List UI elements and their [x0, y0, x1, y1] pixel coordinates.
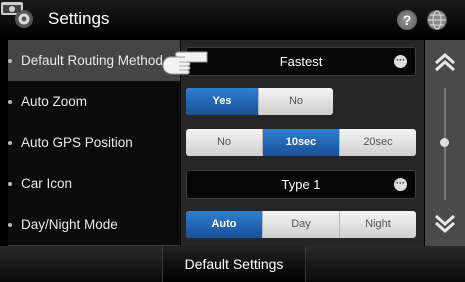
globe-icon[interactable] — [427, 10, 447, 30]
auto-zoom-toggle: Yes No — [186, 88, 333, 115]
dropdown-dots-icon: ··· — [394, 55, 407, 68]
list-item-car-icon[interactable]: Car Icon — [8, 163, 180, 205]
day-night-day-option[interactable]: Day — [263, 211, 340, 238]
scrollbar[interactable] — [425, 40, 465, 246]
bullet-icon — [8, 140, 12, 145]
list-item-auto-zoom[interactable]: Auto Zoom — [8, 81, 180, 123]
settings-values-panel: Fastest ··· Yes No No 10sec 20sec Type 1… — [181, 40, 424, 246]
footer-bar: Default Settings — [0, 246, 465, 282]
gps-position-row: No 10sec 20sec — [181, 122, 424, 163]
default-settings-button[interactable]: Default Settings — [162, 246, 306, 282]
bullet-icon — [8, 58, 12, 63]
gear-icon[interactable] — [14, 9, 34, 29]
day-night-row: Auto Day Night — [181, 204, 424, 245]
routing-method-dropdown[interactable]: Fastest ··· — [186, 47, 416, 76]
list-item-auto-gps-position[interactable]: Auto GPS Position — [8, 122, 180, 164]
day-night-auto-option[interactable]: Auto — [186, 211, 263, 238]
list-item-label: Car Icon — [21, 176, 73, 191]
chevron-down-icon[interactable] — [433, 212, 457, 236]
list-item-label: Auto GPS Position — [21, 135, 133, 150]
gps-no-option[interactable]: No — [186, 129, 263, 156]
list-item-default-routing-method[interactable]: Default Routing Method — [8, 40, 180, 82]
gps-position-selector: No 10sec 20sec — [186, 129, 416, 156]
auto-zoom-row: Yes No — [181, 81, 424, 122]
auto-zoom-yes-option[interactable]: Yes — [186, 88, 259, 115]
gps-10sec-option[interactable]: 10sec — [263, 129, 340, 156]
gps-20sec-option[interactable]: 20sec — [340, 129, 416, 156]
day-night-night-option[interactable]: Night — [340, 211, 416, 238]
settings-screen: Settings ? Default Routing Method Auto Z… — [0, 0, 465, 282]
scroll-thumb[interactable] — [440, 138, 449, 147]
car-icon-dropdown[interactable]: Type 1 ··· — [186, 170, 416, 199]
settings-list: Default Routing Method Auto Zoom Auto GP… — [8, 40, 180, 246]
list-item-label: Default Routing Method — [21, 53, 163, 68]
routing-row: Fastest ··· — [181, 40, 424, 81]
list-item-label: Day/Night Mode — [21, 217, 118, 232]
chevron-up-icon[interactable] — [433, 50, 457, 74]
header-bar: Settings ? — [0, 0, 465, 40]
routing-method-value: Fastest — [279, 54, 323, 69]
bullet-icon — [8, 222, 12, 227]
car-icon-row: Type 1 ··· — [181, 163, 424, 204]
hand-pointer-icon — [162, 51, 208, 75]
dropdown-dots-icon: ··· — [394, 178, 407, 191]
help-icon[interactable]: ? — [397, 10, 417, 30]
bullet-icon — [8, 181, 12, 186]
auto-zoom-no-option[interactable]: No — [259, 88, 333, 115]
day-night-selector: Auto Day Night — [186, 211, 416, 238]
car-icon-value: Type 1 — [281, 177, 321, 192]
page-title: Settings — [48, 9, 110, 28]
list-item-day-night-mode[interactable]: Day/Night Mode — [8, 204, 180, 246]
list-item-label: Auto Zoom — [21, 94, 88, 109]
bullet-icon — [8, 99, 12, 104]
